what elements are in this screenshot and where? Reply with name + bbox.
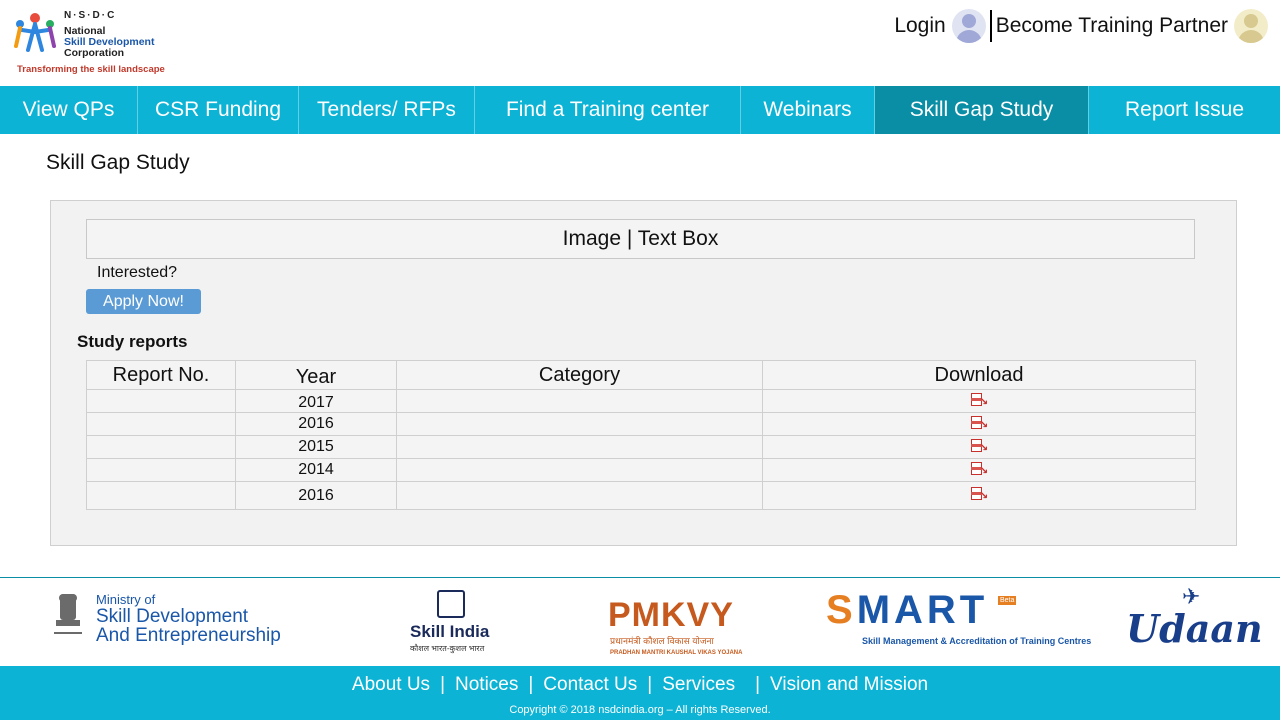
footer-separator: | [528,674,534,695]
column-header-year: Year [235,360,397,390]
login-user-icon[interactable] [951,9,986,43]
header-divider [989,10,992,42]
pmkvy-logo[interactable]: PMKVY प्रधानमंत्री कौशल विकास योजना PRAD… [608,578,742,666]
interested-label: Interested? [97,264,178,281]
cell-category [396,435,763,459]
nav-item-skill-gap-study[interactable]: Skill Gap Study [875,86,1089,134]
table-header-row: Report No. Year Category Download [86,360,1196,390]
cell-report-no [86,389,236,413]
table-row: 2015 ↘ [86,435,1196,459]
page-title: Skill Gap Study [46,151,190,174]
udaan-logo[interactable]: ✈ Udaan [1126,578,1263,666]
logo-tagline: Transforming the skill landscape [17,64,165,75]
content-panel: Image | Text Box Interested? Apply Now! … [50,200,1237,546]
skill-india-emblem-icon [437,590,465,618]
cell-year: 2016 [235,412,397,436]
main-nav: View QPs CSR Funding Tenders/ RFPs Find … [0,86,1280,134]
logo-line-3: Corporation [64,47,125,59]
cell-year: 2016 [235,481,397,510]
smart-title: SMART [826,588,989,632]
nsdc-people-icon [14,13,56,52]
cell-download: ↘ [762,389,1196,413]
national-emblem-icon [54,594,82,634]
column-header-report-no: Report No. [86,360,236,390]
footer-link-services[interactable]: Services [662,674,735,696]
cell-report-no [86,412,236,436]
cell-category [396,389,763,413]
study-reports-table: Report No. Year Category Download 2017 ↘… [86,360,1196,510]
cell-download: ↘ [762,481,1196,510]
cell-download: ↘ [762,412,1196,436]
image-text-box: Image | Text Box [86,219,1195,259]
pmkvy-title: PMKVY [608,596,734,634]
table-row: 2017 ↘ [86,389,1196,413]
table-row: 2016 ↘ [86,481,1196,510]
msde-text: Ministry of Skill Development And Entrep… [96,592,281,645]
become-training-partner-link[interactable]: Become Training Partner [996,14,1228,38]
column-header-download: Download [762,360,1196,390]
udaan-title: Udaan [1126,606,1263,651]
skill-india-title: Skill India [410,622,490,641]
skill-india-subtitle: कौशल भारत-कुशल भारत [410,644,485,653]
footer-links: About Us | Notices | Contact Us | Servic… [0,674,1280,696]
footer-bar: About Us | Notices | Contact Us | Servic… [0,666,1280,720]
footer-link-notices[interactable]: Notices [455,674,518,696]
msde-line-1: Ministry of [96,592,156,607]
nav-item-find-training-center[interactable]: Find a Training center [475,86,741,134]
nav-item-webinars[interactable]: Webinars [741,86,875,134]
cell-year: 2015 [235,435,397,459]
skill-india-logo[interactable]: Skill India कौशल भारत-कुशल भारत [410,578,500,666]
cell-category [396,458,763,482]
footer-link-vision-and-mission[interactable]: Vision and Mission [770,674,928,696]
table-row: 2014 ↘ [86,458,1196,482]
msde-line-3: And Entrepreneurship [96,625,281,646]
header-actions: Login Become Training Partner [894,8,1272,44]
smart-logo[interactable]: SMART Beta Skill Management & Accreditat… [826,578,1091,666]
cell-report-no [86,435,236,459]
footer-separator: | [647,674,653,695]
cell-category [396,412,763,436]
cell-year: 2014 [235,458,397,482]
pdf-download-icon[interactable]: ↘ [970,392,988,409]
cell-year: 2017 [235,389,397,413]
footer-link-about-us[interactable]: About Us [352,674,430,696]
msde-line-2: Skill Development [96,606,249,627]
site-header: N·S·D·C National Skill Development Corpo… [0,0,1280,86]
partner-logos: Ministry of Skill Development And Entrep… [0,578,1280,666]
nav-item-report-issue[interactable]: Report Issue [1089,86,1280,134]
apply-now-button[interactable]: Apply Now! [86,289,201,314]
nav-item-csr-funding[interactable]: CSR Funding [138,86,299,134]
footer-link-contact-us[interactable]: Contact Us [543,674,637,696]
nav-item-view-qps[interactable]: View QPs [0,86,138,134]
cell-category [396,481,763,510]
logo-abbr: N·S·D·C [64,10,117,21]
cell-report-no [86,481,236,510]
cell-report-no [86,458,236,482]
pdf-download-icon[interactable]: ↘ [970,415,988,432]
study-reports-heading: Study reports [77,332,188,351]
cell-download: ↘ [762,458,1196,482]
pdf-download-icon[interactable]: ↘ [970,487,988,503]
smart-subtitle: Skill Management & Accreditation of Trai… [862,636,1092,646]
nav-item-tenders-rfps[interactable]: Tenders/ RFPs [299,86,475,134]
copyright-text: Copyright © 2018 nsdcindia.org – All rig… [509,704,771,716]
pmkvy-subtitle: प्रधानमंत्री कौशल विकास योजना [610,636,714,646]
footer-separator: | [755,674,761,695]
nsdc-logo[interactable]: N·S·D·C National Skill Development Corpo… [10,8,180,80]
partner-user-icon[interactable] [1234,9,1268,43]
column-header-category: Category [396,360,763,390]
smart-beta-badge: Beta [998,596,1017,605]
login-link[interactable]: Login [894,14,945,38]
pmkvy-subtitle-english: PRADHAN MANTRI KAUSHAL VIKAS YOJANA [610,650,743,656]
pdf-download-icon[interactable]: ↘ [970,438,988,455]
pdf-download-icon[interactable]: ↘ [970,461,988,478]
footer-separator: | [440,674,445,695]
table-row: 2016 ↘ [86,412,1196,436]
msde-logo[interactable]: Ministry of Skill Development And Entrep… [50,578,300,666]
cell-download: ↘ [762,435,1196,459]
